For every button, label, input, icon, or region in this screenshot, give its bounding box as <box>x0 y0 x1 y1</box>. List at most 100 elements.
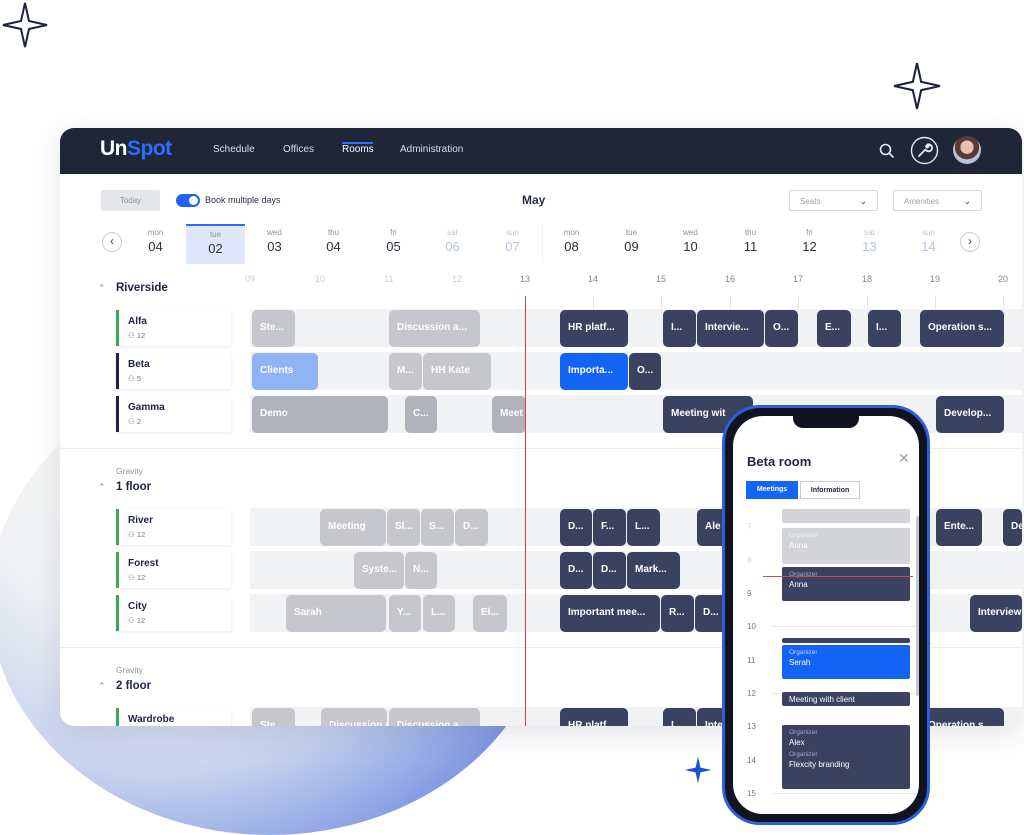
collapse-chevron-icon[interactable]: ⌃ <box>98 283 106 294</box>
mobile-event[interactable] <box>782 509 910 523</box>
event-block[interactable]: Y... <box>389 595 421 632</box>
event-block[interactable]: F... <box>593 509 626 546</box>
day-name: thu <box>327 228 340 237</box>
collapse-chevron-icon[interactable]: ⌃ <box>98 482 106 493</box>
hour-label: 14 <box>747 756 756 765</box>
logo-un: Un <box>100 137 128 160</box>
event-block[interactable]: Ente... <box>936 509 982 546</box>
nav-schedule[interactable]: Schedule <box>213 144 255 155</box>
mobile-event[interactable]: Organizer Anna <box>782 567 910 601</box>
settings-wrench-icon[interactable] <box>910 136 939 165</box>
event-block[interactable]: Discussion a... <box>389 708 480 726</box>
nav-offices[interactable]: Offices <box>283 144 314 155</box>
event-block[interactable]: HR platf... <box>560 708 628 726</box>
event-block[interactable]: Importa... <box>560 353 628 390</box>
day-cell[interactable]: sun 14 <box>899 224 958 262</box>
room-card-city[interactable]: City ⚇ 12 <box>116 595 231 631</box>
event-block[interactable]: Ste... <box>252 310 295 347</box>
event-block[interactable]: El... <box>473 595 507 632</box>
day-cell[interactable]: mon 08 <box>542 224 601 262</box>
event-block[interactable]: D... <box>455 509 488 546</box>
book-multiple-days-toggle[interactable] <box>176 194 200 207</box>
event-block[interactable]: Develop... <box>936 396 1004 433</box>
tab-information[interactable]: Information <box>800 481 860 499</box>
room-card-river[interactable]: River ⚇ 12 <box>116 509 231 545</box>
event-block[interactable]: O... <box>629 353 661 390</box>
current-time-line <box>763 576 913 577</box>
day-cell[interactable]: tue 09 <box>602 224 661 262</box>
mobile-event[interactable]: Meeting with client <box>782 692 910 706</box>
event-block[interactable]: I... <box>868 310 901 347</box>
event-block[interactable]: Discussion a... <box>321 708 387 726</box>
event-block[interactable]: D... <box>560 509 592 546</box>
room-card-gamma[interactable]: Gamma ⚇ 2 <box>116 396 231 432</box>
nav-administration[interactable]: Administration <box>400 144 463 155</box>
room-card-forest[interactable]: Forest ⚇ 12 <box>116 552 231 588</box>
avatar[interactable] <box>953 136 981 164</box>
search-icon[interactable] <box>878 142 896 160</box>
mobile-event[interactable] <box>782 638 910 643</box>
day-cell[interactable]: sat 06 <box>423 224 482 262</box>
event-block[interactable]: D... <box>593 552 626 589</box>
collapse-chevron-icon[interactable]: ⌃ <box>98 681 106 692</box>
event-block[interactable]: N... <box>405 552 437 589</box>
amenities-select[interactable]: Amenities ⌄ <box>893 190 982 211</box>
day-cell[interactable]: mon 04 <box>126 224 185 262</box>
timeline-row[interactable] <box>250 309 1022 347</box>
tab-meetings[interactable]: Meetings <box>746 481 798 499</box>
event-block[interactable]: Meeting <box>320 509 386 546</box>
seats-select[interactable]: Seats ⌄ <box>789 190 878 211</box>
event-block[interactable]: M... <box>389 353 422 390</box>
event-block[interactable]: L... <box>423 595 455 632</box>
day-cell[interactable]: sun 07 <box>483 224 542 262</box>
day-cell[interactable]: thu 11 <box>721 224 780 262</box>
event-block[interactable]: Mark... <box>627 552 680 589</box>
day-cell[interactable]: fri 05 <box>364 224 423 262</box>
mobile-event[interactable]: Organizer Anna <box>782 528 910 564</box>
event-block[interactable]: Sarah <box>286 595 386 632</box>
event-block[interactable]: Important mee... <box>560 595 660 632</box>
day-cell[interactable]: thu 04 <box>304 224 363 262</box>
event-block[interactable]: Operation s... <box>920 310 1004 347</box>
room-card-wardrobe[interactable]: Wardrobe <box>116 708 231 726</box>
event-block[interactable]: Ste... <box>252 708 295 726</box>
event-block[interactable]: Intervie... <box>697 310 764 347</box>
day-cell[interactable]: sat 13 <box>840 224 899 262</box>
event-block[interactable]: I... <box>663 310 696 347</box>
close-icon[interactable]: ✕ <box>898 450 910 467</box>
next-week-button[interactable]: › <box>960 232 980 252</box>
event-block[interactable]: HR platf... <box>560 310 628 347</box>
event-block[interactable]: Syste... <box>354 552 404 589</box>
room-card-beta[interactable]: Beta ⚇ 5 <box>116 353 231 389</box>
event-block[interactable]: Clients <box>252 353 318 390</box>
event-block[interactable]: Operation s... <box>920 708 1004 726</box>
nav-rooms[interactable]: Rooms <box>342 144 374 155</box>
room-card-alfa[interactable]: Alfa ⚇ 12 <box>116 310 231 346</box>
event-block[interactable]: D... <box>560 552 592 589</box>
mobile-event-selected[interactable]: Organizer Serah <box>782 645 910 679</box>
event-block[interactable]: S... <box>421 509 454 546</box>
event-block[interactable]: De <box>1003 509 1022 546</box>
today-button[interactable]: Today <box>101 190 160 211</box>
event-block[interactable]: Demo <box>252 396 388 433</box>
day-cell-selected[interactable]: tue 02 <box>186 224 245 264</box>
previous-week-button[interactable]: ‹ <box>102 232 122 252</box>
event-block[interactable]: Discussion a... <box>389 310 480 347</box>
scrollbar[interactable] <box>916 516 919 696</box>
event-block[interactable]: L... <box>627 509 660 546</box>
event-block[interactable]: Interview <box>970 595 1022 632</box>
mobile-event[interactable]: Organizer Alex Organizer Flexcity branding <box>782 725 910 789</box>
day-cell[interactable]: fri 12 <box>780 224 839 262</box>
logo[interactable]: UnSpot <box>100 137 172 161</box>
event-block[interactable]: I... <box>663 708 696 726</box>
event-block[interactable]: R... <box>661 595 694 632</box>
hour-tick <box>935 295 936 309</box>
event-block[interactable]: E... <box>817 310 851 347</box>
day-cell[interactable]: wed 10 <box>661 224 720 262</box>
event-block[interactable]: Sl... <box>387 509 420 546</box>
event-block[interactable]: O... <box>765 310 798 347</box>
event-block[interactable]: C... <box>405 396 437 433</box>
event-block[interactable]: Meet <box>492 396 526 433</box>
day-cell[interactable]: wed 03 <box>245 224 304 262</box>
event-block[interactable]: HH Kate <box>423 353 491 390</box>
